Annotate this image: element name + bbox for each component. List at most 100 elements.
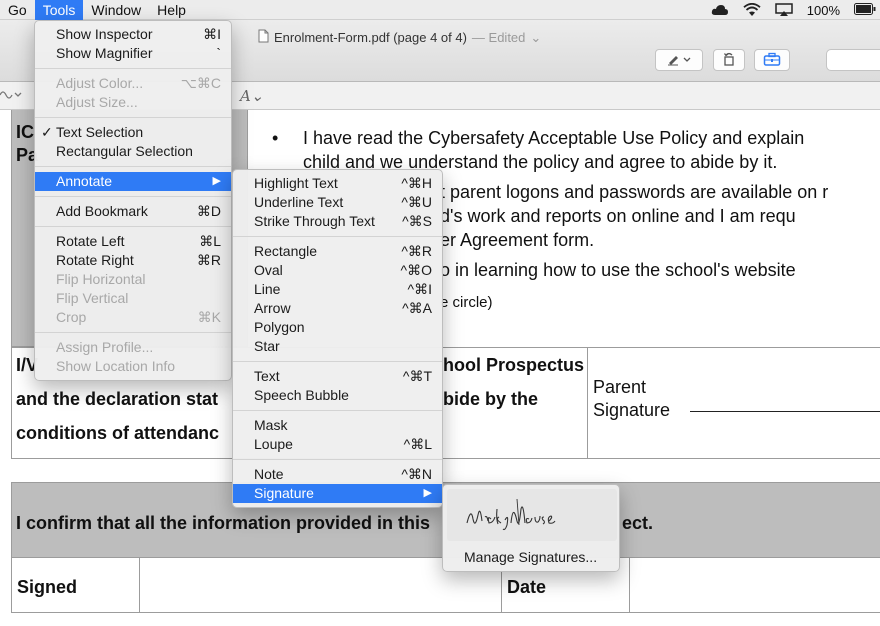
menu-item-shortcut: ⌘L [199, 233, 221, 249]
menu-separator [233, 236, 442, 237]
saved-signature-item[interactable] [447, 489, 617, 541]
tools-item-rotate-right[interactable]: Rotate Right ⌘R [35, 251, 231, 270]
chevron-down-icon: ⌄ [530, 29, 542, 45]
annotate-item-polygon[interactable]: Polygon [233, 318, 442, 337]
menu-item-shortcut: ^⌘N [401, 466, 432, 482]
status-area: 100% [711, 0, 876, 20]
toolbox-icon [763, 52, 781, 69]
menu-separator [35, 332, 231, 333]
menu-window[interactable]: Window [83, 0, 149, 20]
menu-help[interactable]: Help [149, 0, 194, 20]
menu-item-shortcut: ^⌘H [401, 175, 432, 191]
declaration-line-2-right: bide by the [443, 389, 539, 409]
menu-item-label: Arrow [254, 300, 291, 316]
annotate-item-underline-text[interactable]: Underline Text ^⌘U [233, 193, 442, 212]
rotate-icon [722, 52, 736, 69]
declaration-line-3: conditions of attendanc [16, 423, 220, 443]
tools-item-annotate[interactable]: Annotate ▶ [35, 172, 231, 191]
menu-item-label: Assign Profile... [56, 339, 154, 355]
menu-separator [35, 166, 231, 167]
menu-item-shortcut: ^⌘S [402, 213, 432, 229]
signature-submenu: Manage Signatures... [442, 484, 620, 572]
annotate-item-star[interactable]: Star [233, 337, 442, 356]
policy-line-7: e circle) [440, 294, 493, 311]
tools-item-assign-profile: Assign Profile... [35, 338, 231, 357]
menu-item-shortcut: ` [216, 45, 221, 61]
menu-item-label: Crop [56, 309, 87, 325]
policy-line-5: er Agreement form. [440, 230, 595, 250]
menu-item-label: Oval [254, 262, 283, 278]
annotate-item-arrow[interactable]: Arrow ^⌘A [233, 299, 442, 318]
menu-item-label: Line [254, 281, 281, 297]
text-style-tool[interactable]: A⌄ [240, 87, 263, 105]
annotate-item-speech-bubble[interactable]: Speech Bubble [233, 386, 442, 405]
menu-item-label: Rectangle [254, 243, 318, 259]
annotate-item-highlight-text[interactable]: Highlight Text ^⌘H [233, 174, 442, 193]
tools-item-text-selection[interactable]: ✓ Text Selection [35, 123, 231, 142]
menu-item-label: Show Magnifier [56, 45, 153, 61]
annotate-item-text[interactable]: Text ^⌘T [233, 367, 442, 386]
sketch-tool-icon[interactable] [0, 87, 22, 105]
annotate-item-rectangle[interactable]: Rectangle ^⌘R [233, 242, 442, 261]
tools-item-show-location-info: Show Location Info [35, 357, 231, 376]
menu-item-label: Polygon [254, 319, 305, 335]
menu-item-label: Underline Text [254, 194, 344, 210]
date-label: Date [507, 577, 547, 597]
annotate-item-strike-through-text[interactable]: Strike Through Text ^⌘S [233, 212, 442, 231]
signature-image [466, 498, 556, 531]
menu-separator [35, 68, 231, 69]
battery-icon[interactable] [854, 3, 876, 17]
annotate-item-mask[interactable]: Mask [233, 416, 442, 435]
tools-item-add-bookmark[interactable]: Add Bookmark ⌘D [35, 202, 231, 221]
menu-go[interactable]: Go [0, 0, 35, 20]
annotate-item-signature[interactable]: Signature ▶ [233, 484, 442, 503]
signed-label: Signed [17, 577, 78, 597]
menu-item-shortcut: ^⌘U [401, 194, 432, 210]
section-heading-line-1: IC [16, 122, 34, 142]
menu-item-label: Text [254, 368, 280, 384]
annotate-submenu: Highlight Text ^⌘H Underline Text ^⌘U Strike… [232, 169, 443, 508]
date-field[interactable] [629, 557, 880, 613]
toolbox-button[interactable] [754, 49, 790, 71]
search-input[interactable] [826, 49, 880, 71]
document-title[interactable]: Enrolment-Form.pdf (page 4 of 4) — Edite… [258, 29, 541, 46]
battery-percent: 100% [806, 2, 840, 18]
tools-item-show-magnifier[interactable]: Show Magnifier ` [35, 44, 231, 63]
menu-separator [35, 196, 231, 197]
tools-item-adjust-color: Adjust Color... ⌥⌘C [35, 74, 231, 93]
tools-item-show-inspector[interactable]: Show Inspector ⌘I [35, 25, 231, 44]
wifi-icon[interactable] [743, 2, 761, 17]
annotate-item-line[interactable]: Line ^⌘I [233, 280, 442, 299]
tools-item-rotate-left[interactable]: Rotate Left ⌘L [35, 232, 231, 251]
policy-line-6: o in learning how to use the school's we… [440, 260, 796, 280]
icloud-icon[interactable] [711, 3, 729, 17]
menu-item-label: Highlight Text [254, 175, 338, 191]
document-title-text: Enrolment-Form.pdf (page 4 of 4) [274, 30, 467, 45]
menu-item-label: Adjust Color... [56, 75, 144, 91]
policy-line-4: d's work and reports on online and I am … [440, 206, 796, 226]
menu-item-label: Annotate [56, 173, 113, 189]
annotate-item-loupe[interactable]: Loupe ^⌘L [233, 435, 442, 454]
manage-signatures-item[interactable]: Manage Signatures... [443, 547, 621, 567]
tools-item-rectangular-selection[interactable]: Rectangular Selection [35, 142, 231, 161]
annotate-item-note[interactable]: Note ^⌘N [233, 465, 442, 484]
menu-item-shortcut: ⌘K [197, 309, 221, 325]
airplay-icon[interactable] [775, 3, 793, 17]
markup-pen-button[interactable] [655, 49, 703, 71]
annotate-item-oval[interactable]: Oval ^⌘O [233, 261, 442, 280]
menu-item-label: Flip Horizontal [56, 271, 146, 287]
policy-line-3: t parent logons and passwords are availa… [440, 182, 829, 202]
menu-item-shortcut: ^⌘R [401, 243, 432, 259]
menu-tools[interactable]: Tools [34, 0, 84, 20]
menu-separator [233, 410, 442, 411]
rotate-button[interactable] [713, 49, 745, 71]
menu-separator [35, 226, 231, 227]
menu-item-label: Rectangular Selection [56, 143, 193, 159]
pdf-file-icon [258, 29, 269, 46]
menu-item-label: Adjust Size... [56, 94, 138, 110]
menu-item-label: Flip Vertical [56, 290, 129, 306]
menu-item-shortcut: ^⌘I [407, 281, 432, 297]
menu-item-shortcut: ^⌘L [403, 436, 432, 452]
menu-item-label: Show Inspector [56, 26, 153, 42]
menu-item-shortcut: ⌘I [203, 26, 221, 42]
